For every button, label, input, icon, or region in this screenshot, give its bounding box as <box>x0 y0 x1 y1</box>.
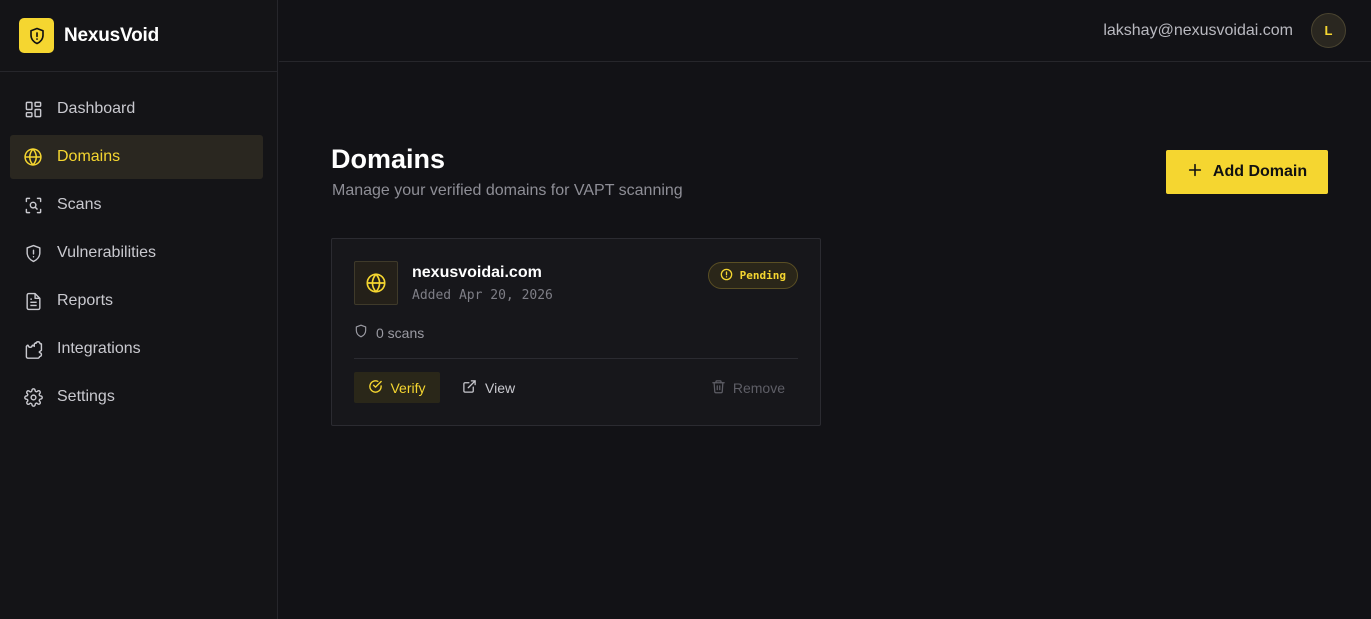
alert-circle-icon <box>720 268 733 284</box>
domain-card: nexusvoidai.com Added Apr 20, 2026 Pendi… <box>331 238 821 426</box>
sidebar: NexusVoid Dashboard Domains Scans Vulner… <box>0 0 278 619</box>
remove-button[interactable]: Remove <box>711 372 785 403</box>
puzzle-icon <box>23 339 43 359</box>
view-button[interactable]: View <box>462 372 515 403</box>
check-circle-icon <box>368 379 383 397</box>
verify-button[interactable]: Verify <box>354 372 440 403</box>
sidebar-item-settings[interactable]: Settings <box>10 375 263 419</box>
globe-icon <box>23 147 43 167</box>
sidebar-item-integrations[interactable]: Integrations <box>10 327 263 371</box>
scan-count: 0 scans <box>354 324 424 341</box>
sidebar-item-domains[interactable]: Domains <box>10 135 263 179</box>
domain-name: nexusvoidai.com <box>412 264 542 281</box>
shield-icon <box>354 324 368 341</box>
card-divider <box>354 358 798 359</box>
sidebar-item-label: Settings <box>57 388 115 405</box>
shield-alert-icon <box>23 243 43 263</box>
remove-label: Remove <box>732 379 785 396</box>
user-email: lakshay@nexusvoidai.com <box>1103 21 1293 39</box>
top-bar: lakshay@nexusvoidai.com L <box>279 0 1371 62</box>
scan-count-label: 0 scans <box>376 324 425 341</box>
page-subtitle: Manage your verified domains for VAPT sc… <box>332 182 683 199</box>
add-domain-button[interactable]: Add Domain <box>1166 150 1328 194</box>
external-link-icon <box>462 379 477 397</box>
trash-icon <box>711 379 726 397</box>
scan-icon <box>23 195 43 215</box>
sidebar-nav: Dashboard Domains Scans Vulnerabilities … <box>0 72 277 419</box>
sidebar-item-label: Reports <box>57 292 114 309</box>
avatar[interactable]: L <box>1311 13 1346 48</box>
sidebar-item-scans[interactable]: Scans <box>10 183 263 227</box>
sidebar-item-reports[interactable]: Reports <box>10 279 263 323</box>
status-label: Pending <box>739 269 786 282</box>
sidebar-item-label: Integrations <box>57 340 141 357</box>
sidebar-item-label: Dashboard <box>57 100 136 117</box>
add-domain-label: Add Domain <box>1212 163 1308 180</box>
sidebar-item-vulnerabilities[interactable]: Vulnerabilities <box>10 231 263 275</box>
shield-alert-icon <box>19 18 54 53</box>
plus-icon <box>1187 162 1203 183</box>
page-title: Domains <box>331 144 446 174</box>
brand[interactable]: NexusVoid <box>0 0 277 72</box>
globe-icon <box>354 261 398 305</box>
verify-label: Verify <box>390 379 426 396</box>
status-badge: Pending <box>707 262 798 289</box>
sidebar-item-label: Scans <box>57 196 102 213</box>
brand-name: NexusVoid <box>64 24 159 46</box>
sidebar-item-dashboard[interactable]: Dashboard <box>10 87 263 131</box>
domain-added-date: Added Apr 20, 2026 <box>412 288 553 303</box>
dashboard-icon <box>23 99 43 119</box>
sidebar-item-label: Domains <box>57 148 121 165</box>
report-icon <box>23 291 43 311</box>
gear-icon <box>23 387 43 407</box>
sidebar-item-label: Vulnerabilities <box>57 244 157 261</box>
view-label: View <box>485 379 516 396</box>
